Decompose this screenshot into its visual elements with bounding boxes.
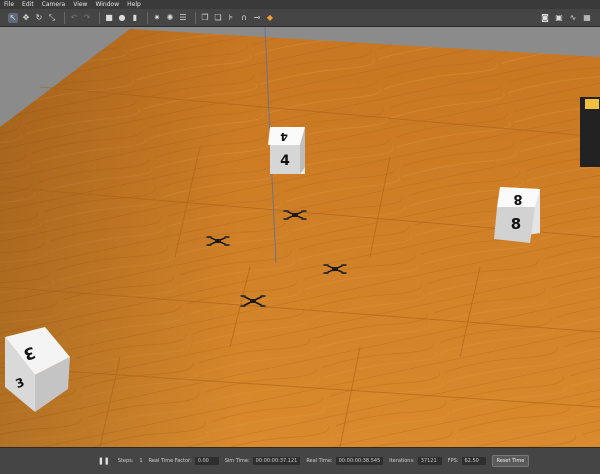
toolbar-divider — [147, 11, 148, 24]
undo-icon[interactable]: ↶ — [69, 13, 79, 23]
menu-bar: File Edit Camera View Window Help — [0, 0, 600, 9]
sim-time-label: Sim Time: — [224, 458, 250, 464]
reset-time-button[interactable]: Reset Time — [491, 455, 530, 467]
box-4: 4 4 — [268, 127, 305, 174]
sim-time-value: 00:00:00:37.121 — [252, 457, 301, 465]
box-icon[interactable]: ■ — [104, 13, 114, 23]
snap-icon[interactable]: ∩ — [239, 13, 249, 23]
pause-icon[interactable]: ❚❚ — [98, 457, 110, 465]
sphere-icon[interactable]: ● — [117, 13, 127, 23]
rotate-icon[interactable]: ↻ — [34, 13, 44, 23]
toolbar-right: ◙ ▣ ∿ ▦ — [536, 9, 592, 27]
fps-label: FPS: — [447, 458, 459, 464]
rtf-value: 0.00 — [194, 457, 219, 465]
cylinder-icon[interactable]: ▮ — [130, 13, 140, 23]
redo-icon[interactable]: ↷ — [82, 13, 92, 23]
menu-edit[interactable]: Edit — [22, 0, 34, 9]
orange-view-icon[interactable]: ◆ — [265, 13, 275, 23]
toolbar-divider — [195, 11, 196, 24]
menu-camera[interactable]: Camera — [42, 0, 66, 9]
real-time-label: Real Time: — [306, 458, 333, 464]
step-value[interactable]: 1 — [139, 458, 142, 464]
menu-window[interactable]: Window — [95, 0, 119, 9]
robot-edge-yellow — [585, 99, 599, 109]
point-light-icon[interactable]: ✷ — [152, 13, 162, 23]
3d-viewport[interactable]: 4 4 8 8 3 3 — [0, 27, 600, 447]
iterations-value: 37121 — [417, 457, 442, 465]
plot-icon[interactable]: ∿ — [568, 13, 578, 23]
box-8-top-label: 8 — [513, 191, 522, 206]
scale-icon[interactable]: ⤡ — [47, 13, 57, 23]
step-label: Steps: — [117, 458, 134, 464]
paste-icon[interactable]: ❏ — [213, 13, 223, 23]
rtf-label: Real Time Factor: — [148, 458, 192, 464]
joint-icon[interactable]: ⊸ — [252, 13, 262, 23]
toolbar: ↖ ✥ ↻ ⤡ ↶ ↷ ■ ● ▮ ✷ ✺ ☰ ❐ ❏ ⊧ ∩ ⊸ ◆ — [0, 9, 600, 27]
fps-value: 62.50 — [461, 457, 486, 465]
directional-light-icon[interactable]: ☰ — [178, 13, 188, 23]
box-4-top-label: 4 — [280, 130, 288, 143]
toolbar-divider — [64, 11, 65, 24]
translate-icon[interactable]: ✥ — [21, 13, 31, 23]
select-arrow-icon[interactable]: ↖ — [8, 12, 18, 23]
toolbar-divider — [99, 11, 100, 24]
box-4-front-label: 4 — [280, 153, 290, 169]
menu-file[interactable]: File — [4, 0, 14, 9]
camera-icon[interactable]: ◙ — [540, 13, 550, 23]
status-bar: ❚❚ Steps: 1 Real Time Factor: 0.00 Sim T… — [0, 447, 600, 474]
box-8-front-label: 8 — [511, 215, 521, 233]
spot-light-icon[interactable]: ✺ — [165, 13, 175, 23]
grid-icon[interactable]: ▦ — [582, 13, 592, 23]
real-time-value: 00:00:00:38.545 — [335, 457, 384, 465]
align-icon[interactable]: ⊧ — [226, 13, 236, 23]
copy-icon[interactable]: ❐ — [200, 13, 210, 23]
iterations-label: Iterations: — [389, 458, 415, 464]
scene-render: 4 4 8 8 3 3 — [0, 27, 600, 447]
menu-view[interactable]: View — [73, 0, 87, 9]
menu-help[interactable]: Help — [127, 0, 141, 9]
video-icon[interactable]: ▣ — [554, 13, 564, 23]
